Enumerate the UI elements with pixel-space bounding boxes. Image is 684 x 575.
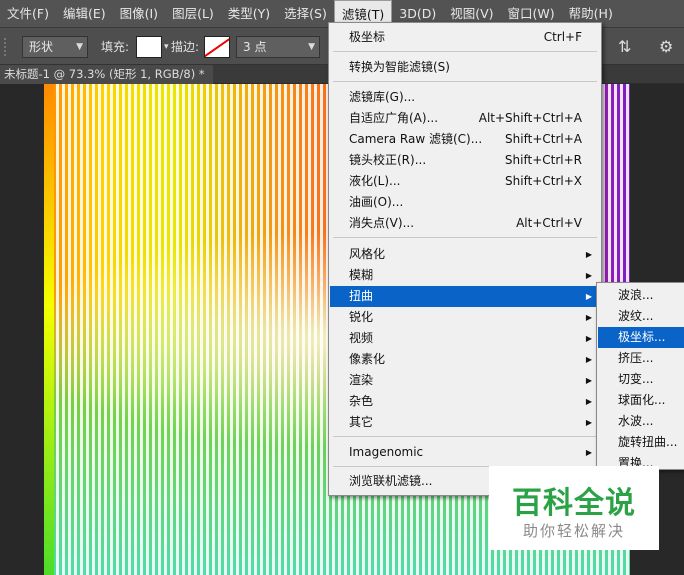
- menu-item-liquify[interactable]: 液化(L)... Shift+Ctrl+X: [330, 171, 600, 192]
- menu-item-label: 转换为智能滤镜(S): [349, 60, 450, 74]
- watermark-title: 百科全说: [512, 486, 636, 521]
- canvas-left-edge: [44, 84, 54, 575]
- stroke-color-swatch[interactable]: [204, 36, 230, 58]
- chevron-down-icon: ▼: [308, 42, 315, 52]
- menu-item-filter-gallery[interactable]: 滤镜库(G)...: [330, 87, 600, 108]
- submenu-item-zigzag[interactable]: 水波...: [598, 411, 684, 432]
- menu-item-stylize[interactable]: 风格化 ▶: [330, 244, 600, 265]
- menu-item-label: 消失点(V)...: [349, 216, 415, 230]
- submenu-arrow-icon: ▶: [585, 448, 592, 457]
- submenu-arrow-icon: ▶: [585, 376, 592, 385]
- menu-item-label: 视频: [349, 331, 374, 345]
- menu-layer[interactable]: 图层(L): [165, 0, 221, 27]
- stroke-label: 描边:: [171, 40, 200, 54]
- document-tab[interactable]: 未标题-1 @ 73.3% (矩形 1, RGB/8) *: [0, 65, 213, 84]
- menu-item-label: 镜头校正(R)...: [349, 153, 427, 167]
- menu-item-label: 液化(L)...: [349, 174, 401, 188]
- menu-item-label: 杂色: [349, 394, 374, 408]
- menu-item-label: Camera Raw 滤镜(C)...: [349, 132, 483, 146]
- shape-mode-value: 形状: [29, 40, 54, 54]
- stroke-width-value: 3 点: [243, 40, 267, 54]
- menu-item-shortcut: Shift+Ctrl+X: [505, 174, 582, 188]
- watermark-logo: 百科全说 助你轻松解决: [489, 466, 659, 550]
- submenu-item-ripple[interactable]: 波纹...: [598, 306, 684, 327]
- submenu-item-pinch[interactable]: 挤压...: [598, 348, 684, 369]
- submenu-item-shear[interactable]: 切变...: [598, 369, 684, 390]
- fill-color-swatch[interactable]: [136, 36, 162, 58]
- submenu-arrow-icon: ▶: [585, 418, 592, 427]
- path-arrange-icon[interactable]: ⇅: [618, 36, 631, 58]
- submenu-arrow-icon: ▶: [585, 397, 592, 406]
- toolbar-grip: [4, 38, 12, 56]
- fill-dropdown-icon[interactable]: ▾: [164, 36, 169, 58]
- submenu-arrow-icon: ▶: [585, 292, 592, 301]
- menu-item-label: 扭曲: [349, 289, 374, 303]
- submenu-arrow-icon: ▶: [585, 334, 592, 343]
- menu-item-noise[interactable]: 杂色 ▶: [330, 391, 600, 412]
- menu-item-render[interactable]: 渲染 ▶: [330, 370, 600, 391]
- chevron-down-icon: ▼: [76, 42, 83, 52]
- menu-image[interactable]: 图像(I): [113, 0, 165, 27]
- menu-item-sharpen[interactable]: 锐化 ▶: [330, 307, 600, 328]
- menu-item-adaptive-wide-angle[interactable]: 自适应广角(A)... Alt+Shift+Ctrl+A: [330, 108, 600, 129]
- menu-item-label: 其它: [349, 415, 374, 429]
- watermark-subtitle: 助你轻松解决: [522, 522, 625, 540]
- menu-item-label: 浏览联机滤镜...: [349, 474, 433, 488]
- menu-item-shortcut: Alt+Ctrl+V: [516, 216, 582, 230]
- menu-separator: [333, 436, 597, 437]
- menu-item-shortcut: Ctrl+F: [543, 30, 582, 44]
- menu-select[interactable]: 选择(S): [277, 0, 334, 27]
- stroke-width-field[interactable]: 3 点 ▼: [236, 36, 320, 58]
- menu-type[interactable]: 类型(Y): [221, 0, 277, 27]
- submenu-item-polar-coordinates[interactable]: 极坐标...: [598, 327, 684, 348]
- submenu-arrow-icon: ▶: [585, 271, 592, 280]
- submenu-item-spherize[interactable]: 球面化...: [598, 390, 684, 411]
- menu-item-label: 模糊: [349, 268, 374, 282]
- submenu-arrow-icon: ▶: [585, 313, 592, 322]
- menu-item-label: 滤镜库(G)...: [349, 90, 416, 104]
- menu-file[interactable]: 文件(F): [0, 0, 56, 27]
- menu-item-pixelate[interactable]: 像素化 ▶: [330, 349, 600, 370]
- menu-item-distort[interactable]: 扭曲 ▶: [330, 286, 600, 307]
- menu-item-camera-raw[interactable]: Camera Raw 滤镜(C)... Shift+Ctrl+A: [330, 129, 600, 150]
- menu-item-convert-smart-filter[interactable]: 转换为智能滤镜(S): [330, 57, 600, 78]
- menu-item-oil-paint[interactable]: 油画(O)...: [330, 192, 600, 213]
- submenu-item-twirl[interactable]: 旋转扭曲...: [598, 432, 684, 453]
- menu-item-label: 极坐标: [349, 30, 386, 44]
- menu-edit[interactable]: 编辑(E): [56, 0, 113, 27]
- menu-item-imagenomic[interactable]: Imagenomic ▶: [330, 442, 600, 463]
- menu-item-lens-correction[interactable]: 镜头校正(R)... Shift+Ctrl+R: [330, 150, 600, 171]
- shape-mode-select[interactable]: 形状 ▼: [22, 36, 88, 58]
- menu-item-shortcut: Shift+Ctrl+R: [504, 153, 582, 167]
- menu-item-last-filter[interactable]: 极坐标 Ctrl+F: [330, 27, 600, 48]
- menu-item-label: 渲染: [349, 373, 374, 387]
- menu-separator: [333, 81, 597, 82]
- submenu-arrow-icon: ▶: [585, 355, 592, 364]
- menu-item-shortcut: Alt+Shift+Ctrl+A: [478, 111, 582, 125]
- menu-separator: [333, 237, 597, 238]
- menu-item-label: 风格化: [349, 247, 386, 261]
- distort-submenu: 波浪... 波纹... 极坐标... 挤压... 切变... 球面化... 水波…: [596, 282, 684, 470]
- menu-item-blur[interactable]: 模糊 ▶: [330, 265, 600, 286]
- menu-item-other[interactable]: 其它 ▶: [330, 412, 600, 433]
- menu-item-video[interactable]: 视频 ▶: [330, 328, 600, 349]
- menu-separator: [333, 51, 597, 52]
- menu-item-shortcut: Shift+Ctrl+A: [505, 132, 582, 146]
- menu-item-vanishing-point[interactable]: 消失点(V)... Alt+Ctrl+V: [330, 213, 600, 234]
- menu-item-label: 油画(O)...: [349, 195, 404, 209]
- submenu-item-wave[interactable]: 波浪...: [598, 285, 684, 306]
- fill-label: 填充:: [101, 40, 130, 54]
- gear-icon[interactable]: ⚙: [659, 36, 673, 58]
- filter-menu: 极坐标 Ctrl+F 转换为智能滤镜(S) 滤镜库(G)... 自适应广角(A)…: [328, 22, 602, 496]
- menu-item-label: 自适应广角(A)...: [349, 111, 439, 125]
- submenu-arrow-icon: ▶: [585, 250, 592, 259]
- menu-item-label: 像素化: [349, 352, 386, 366]
- menu-item-label: 锐化: [349, 310, 374, 324]
- menu-item-label: Imagenomic: [349, 445, 424, 459]
